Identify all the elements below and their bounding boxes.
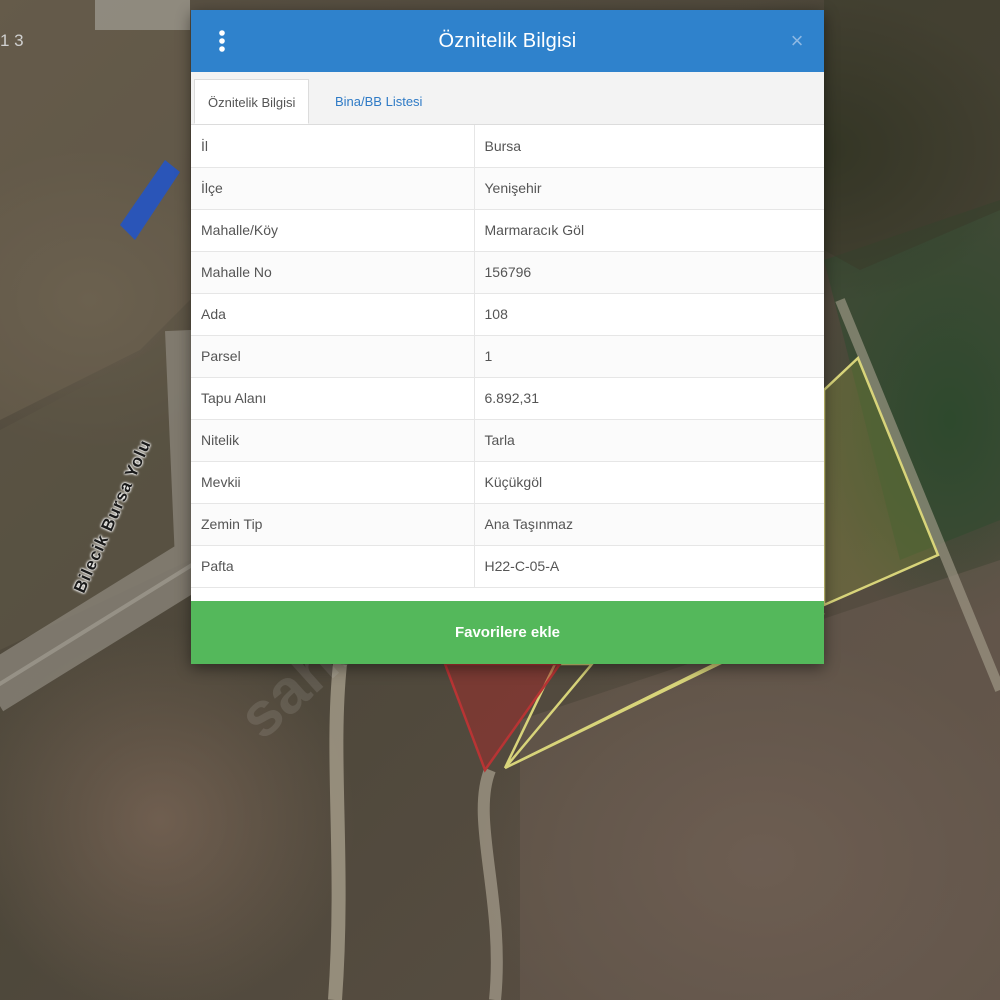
menu-button[interactable] [207,26,237,56]
table-row: Mahalle No 156796 [191,251,824,294]
table-row: Mevkii Küçükgöl [191,461,824,504]
table-row: Ada 108 [191,293,824,336]
attribute-key: Mahalle/Köy [191,209,475,252]
attribute-value: H22-C-05-A [474,545,824,588]
attribute-value: 1 [474,335,824,378]
table-row: İl Bursa [191,125,824,168]
add-to-favorites-button[interactable]: Favorilere ekle [191,601,824,664]
dialog-header: Öznitelik Bilgisi × [191,10,824,72]
attribute-value: Yenişehir [474,167,824,210]
table-row: Parsel 1 [191,335,824,378]
table-row: Mahalle/Köy Marmaracık Göl [191,209,824,252]
attribute-key: Parsel [191,335,475,378]
table-row: Tapu Alanı 6.892,31 [191,377,824,420]
dirt-road [477,767,503,1000]
table-row: Pafta H22-C-05-A [191,545,824,588]
tab-building-list[interactable]: Bina/BB Listesi [322,79,435,124]
dirt-road [328,663,347,1000]
attribute-value: 6.892,31 [474,377,824,420]
attribute-key: Nitelik [191,419,475,462]
attribute-value: 156796 [474,251,824,294]
dialog-title: Öznitelik Bilgisi [438,30,577,52]
tab-bar: Öznitelik Bilgisi Bina/BB Listesi [191,72,824,125]
attribute-value: Ana Taşınmaz [474,503,824,546]
vertical-dots-icon [219,30,225,52]
tab-attribute-info[interactable]: Öznitelik Bilgisi [194,79,310,124]
industrial-building [95,0,190,30]
attribute-key: Mahalle No [191,251,475,294]
attribute-key: Tapu Alanı [191,377,475,420]
attribute-key: Ada [191,293,475,336]
attribute-value: Bursa [474,125,824,168]
table-row: İlçe Yenişehir [191,167,824,210]
attribute-value: Tarla [474,419,824,462]
table-row: Nitelik Tarla [191,419,824,462]
close-icon[interactable]: × [782,26,812,56]
attribute-value: 108 [474,293,824,336]
attribute-key: Pafta [191,545,475,588]
table-row: Zemin Tip Ana Taşınmaz [191,503,824,546]
attribute-table: İl Bursa İlçe Yenişehir Mahalle/Köy Marm… [191,125,824,588]
attribute-key: Zemin Tip [191,503,475,546]
attribute-value: Küçükgöl [474,461,824,504]
attribute-key: Mevkii [191,461,475,504]
attribute-info-dialog: Öznitelik Bilgisi × Öznitelik Bilgisi Bi… [191,10,824,664]
attribute-key: İlçe [191,167,475,210]
attribute-value: Marmaracık Göl [474,209,824,252]
attribute-key: İl [191,125,475,168]
zoom-readout: 1 3 [0,31,24,50]
